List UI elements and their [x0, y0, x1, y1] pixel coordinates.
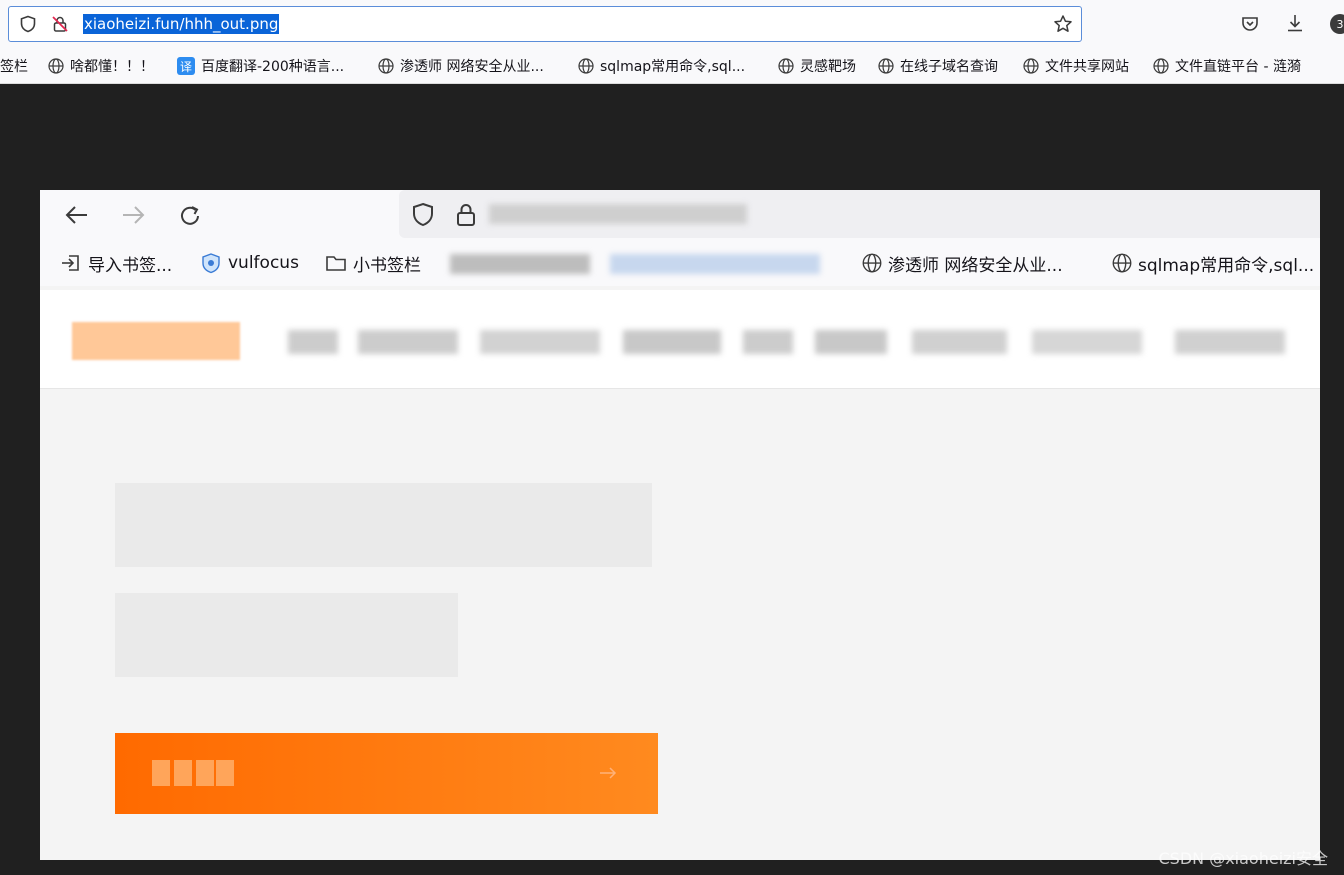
shield-icon — [413, 202, 433, 227]
bookmark-label: 百度翻译-200种语言... — [201, 59, 345, 75]
translate-icon: 译 — [177, 57, 195, 75]
redacted-logo — [72, 322, 240, 360]
download-icon[interactable] — [1285, 13, 1305, 33]
placeholder-input — [115, 483, 652, 567]
extensions-badge-icon[interactable]: 3 — [1330, 14, 1344, 34]
site-header — [40, 290, 1320, 389]
redacted-nav-item — [358, 330, 458, 354]
star-icon[interactable] — [1053, 14, 1073, 34]
vulfocus-shield-icon — [202, 253, 220, 274]
forward-arrow-icon — [123, 206, 145, 224]
reload-icon — [181, 206, 199, 225]
redacted-nav-item — [623, 330, 721, 354]
bookmark-label: 渗透师 网络安全从业... — [888, 255, 1063, 276]
pocket-icon[interactable] — [1240, 14, 1260, 34]
redacted-url — [489, 204, 747, 224]
bookmarks-toolbar: 签栏 啥都懂！！！ 译 百度翻译-200种语言... 渗透师 网络安全从业...… — [0, 48, 1344, 84]
bookmark-item[interactable]: 灵感靶场 — [778, 48, 856, 83]
redacted-bookmark — [450, 254, 590, 274]
inner-browser-toolbar — [40, 190, 1320, 240]
browser-toolbar: xiaoheizi.fun/hhh_out.png 3 — [0, 0, 1344, 48]
inner-bookmark-item: sqlmap常用命令,sql... — [1112, 240, 1314, 286]
bookmark-label: 文件直链平台 - 涟漪 — [1175, 59, 1301, 75]
bookmark-item[interactable]: 啥都懂！！！ — [48, 48, 154, 83]
bookmark-item[interactable]: 渗透师 网络安全从业... — [378, 48, 544, 83]
redacted-nav-item — [815, 330, 887, 354]
inner-address-bar — [399, 190, 1320, 238]
bookmark-item[interactable]: 文件共享网站 — [1023, 48, 1129, 83]
lock-icon — [457, 204, 475, 226]
bookmark-label: 文件共享网站 — [1045, 59, 1129, 75]
globe-icon — [378, 58, 394, 74]
redacted-nav-item — [1032, 330, 1142, 354]
redacted-button-label — [216, 760, 234, 786]
bookmark-label: 小书签栏 — [353, 255, 421, 276]
globe-icon — [878, 58, 894, 74]
inner-bookmark-item: 导入书签... — [60, 240, 172, 286]
inner-bookmarks-toolbar: 导入书签... vulfocus 小书签栏 渗透师 网络安全从业... sqlm… — [40, 240, 1320, 286]
redacted-nav-item — [480, 330, 600, 354]
redacted-nav-item — [1175, 330, 1285, 354]
shield-icon[interactable] — [19, 15, 37, 33]
redacted-button-label — [174, 760, 192, 786]
arrow-right-icon — [600, 767, 617, 779]
bookmark-label: vulfocus — [228, 253, 299, 273]
inner-bookmark-item: 渗透师 网络安全从业... — [862, 240, 1063, 286]
folder-icon — [326, 256, 346, 271]
import-icon — [62, 255, 79, 271]
bookmark-item[interactable]: 签栏 — [0, 48, 28, 83]
globe-icon — [578, 58, 594, 74]
inner-bookmark-item: vulfocus — [200, 240, 299, 286]
back-arrow-icon — [65, 206, 87, 224]
redacted-nav-item — [912, 330, 1007, 354]
address-bar[interactable]: xiaoheizi.fun/hhh_out.png — [8, 6, 1082, 42]
redacted-button-label — [152, 760, 170, 786]
bookmark-label: 灵感靶场 — [800, 59, 856, 75]
globe-icon — [1112, 253, 1132, 273]
watermark: CSDN @xiaoheizi安全 — [1158, 849, 1329, 868]
bookmark-label: 导入书签... — [88, 255, 173, 276]
globe-icon — [778, 58, 794, 74]
bookmark-item[interactable]: 文件直链平台 - 涟漪 — [1153, 48, 1301, 83]
globe-icon — [862, 253, 882, 273]
inner-bookmark-item: 小书签栏 — [325, 240, 421, 286]
bookmark-label: 签栏 — [0, 59, 28, 75]
placeholder-input — [115, 593, 458, 677]
bookmark-label: 在线子域名查询 — [900, 59, 998, 75]
redacted-bookmark — [610, 254, 820, 274]
redacted-nav-item — [743, 330, 793, 354]
insecure-lock-icon[interactable] — [51, 15, 69, 33]
bookmark-label: 啥都懂！！！ — [70, 59, 154, 75]
bookmark-label: sqlmap常用命令,sql... — [600, 59, 746, 75]
bookmark-item[interactable]: 在线子域名查询 — [878, 48, 998, 83]
globe-icon — [1153, 58, 1169, 74]
globe-icon — [48, 58, 64, 74]
bookmark-item[interactable]: sqlmap常用命令,sql... — [578, 48, 746, 83]
url-text[interactable]: xiaoheizi.fun/hhh_out.png — [83, 14, 280, 34]
bookmark-label: sqlmap常用命令,sql... — [1138, 255, 1315, 276]
redacted-nav-item — [288, 330, 338, 354]
embedded-screenshot: 导入书签... vulfocus 小书签栏 渗透师 网络安全从业... sqlm… — [40, 190, 1320, 860]
globe-icon — [1023, 58, 1039, 74]
bookmark-item[interactable]: 译 百度翻译-200种语言... — [177, 48, 345, 83]
redacted-button-label — [196, 760, 214, 786]
bookmark-label: 渗透师 网络安全从业... — [400, 59, 544, 75]
